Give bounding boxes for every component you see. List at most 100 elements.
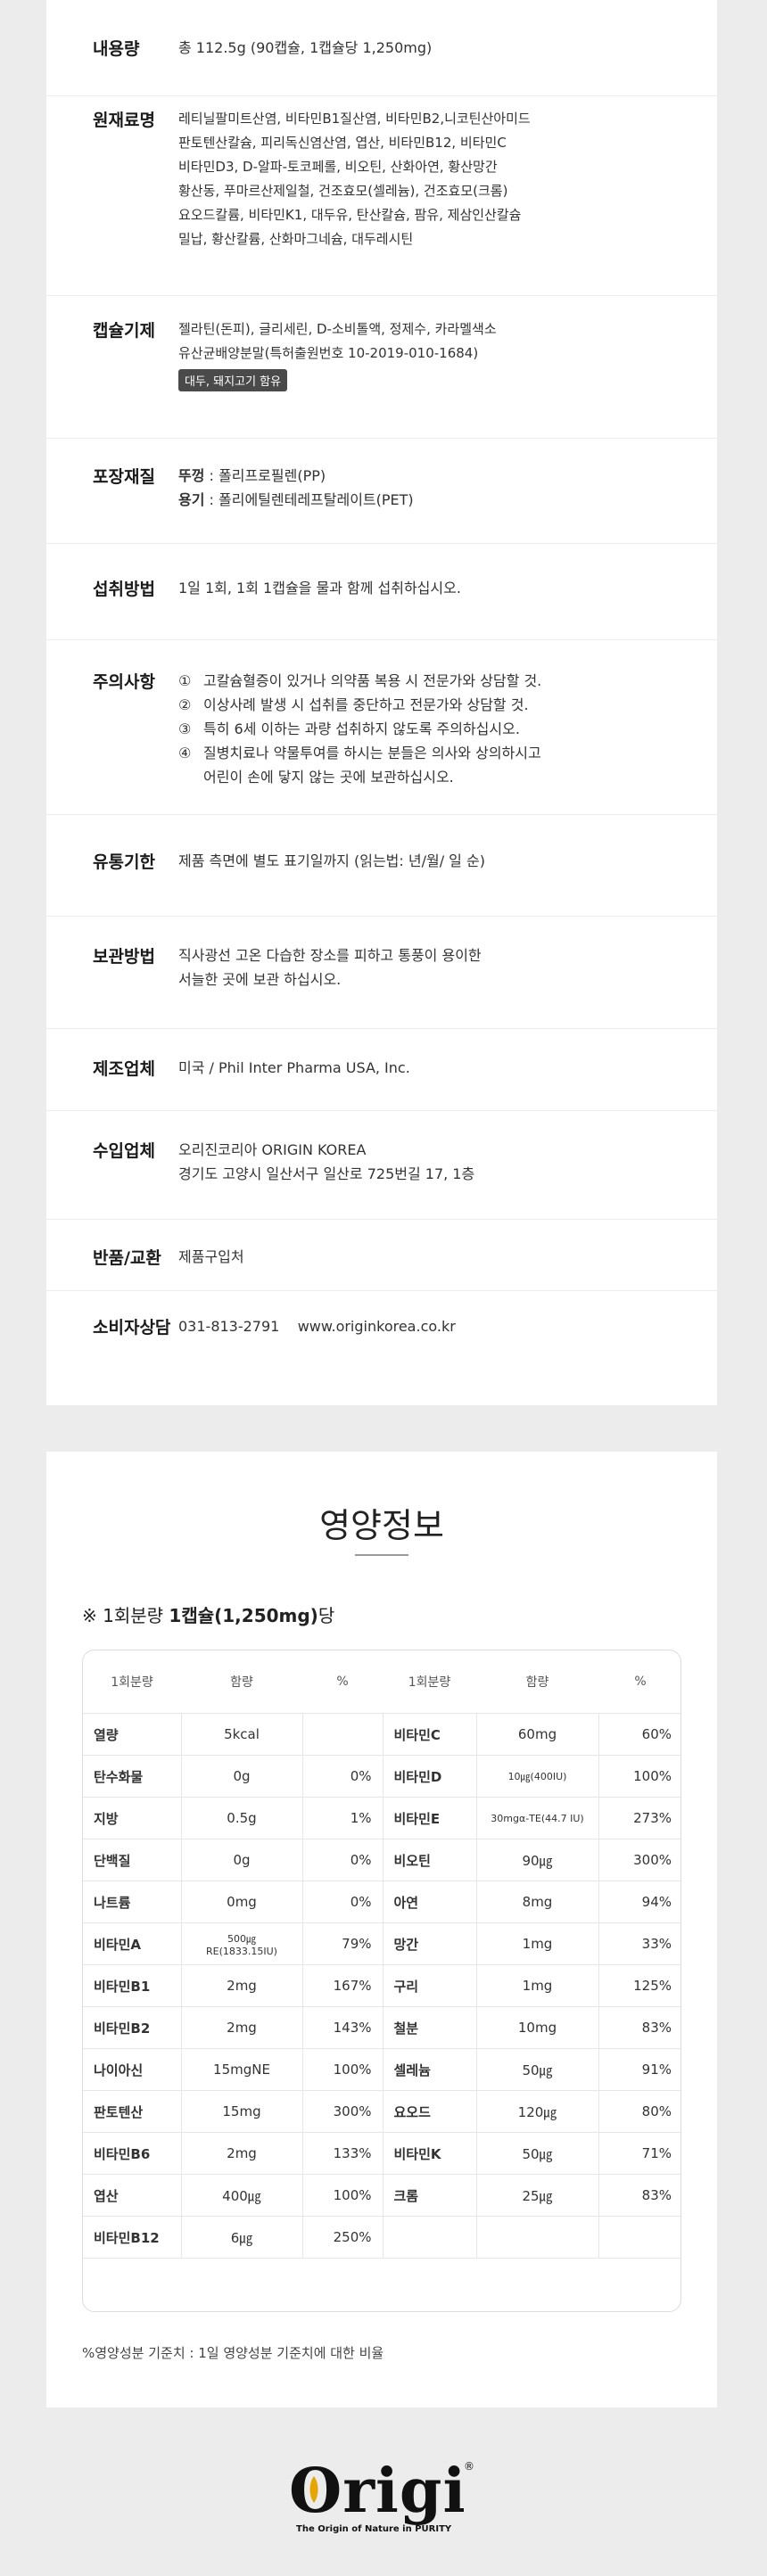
allergen-tag: 대두, 돼지고기 함유: [178, 369, 288, 391]
row-label: 반품/교환: [93, 1248, 161, 1268]
lid-label: 뚜껑: [178, 467, 205, 484]
table-row: 나트륨 0mg 0% 아연 8mg 94%: [83, 1881, 680, 1923]
table-cell: 단백질: [83, 1839, 182, 1881]
table-row: 지방 0.5g 1% 비타민E 30mgα-TE(44.7 IU) 273%: [83, 1797, 680, 1839]
row-label: 유통기한: [93, 852, 155, 872]
column-header: 함량: [230, 1675, 253, 1690]
table-cell: 100%: [301, 2174, 384, 2217]
row-expiry: 유통기한 제품 측면에 별도 표기일까지 (읽는법: 년/월/ 일 순): [46, 815, 717, 917]
column-header: 함량: [525, 1675, 549, 1690]
table-cell: 1mg: [475, 1964, 599, 2007]
row-label: 주의사항: [93, 672, 155, 692]
table-cell: 400㎍: [180, 2174, 303, 2217]
row-label: 수입업체: [93, 1141, 155, 1161]
registered-mark: ®: [464, 2460, 474, 2473]
row-ingredients: 원재료명 레티닐팔미트산염, 비타민B1질산염, 비타민B2,니코틴산아미드 판…: [46, 96, 717, 296]
row-value: 레티닐팔미트산염, 비타민B1질산염, 비타민B2,니코틴산아미드 판토텐산칼슘…: [178, 111, 531, 247]
table-cell: 비타민A: [83, 1922, 182, 1965]
table-cell: 0g: [180, 1755, 303, 1798]
table-row: 비타민B2 2mg 143% 철분 10mg 83%: [83, 2006, 680, 2049]
table-cell: 25㎍: [475, 2174, 599, 2217]
table-row: 단백질 0g 0% 비오틴 90㎍ 300%: [83, 1839, 680, 1881]
table-cell: 15mg: [180, 2090, 303, 2133]
table-cell: 8mg: [475, 1881, 599, 1923]
table-cell: 2mg: [180, 2132, 303, 2175]
row-packaging: 포장재질 뚜껑 : 폴리프로필렌(PP) 용기 : 폴리에틸렌테레프탈레이트(P…: [46, 439, 717, 544]
table-cell: 10㎍(400IU): [475, 1755, 599, 1798]
table-cell: 5kcal: [180, 1713, 303, 1756]
table-cell: 30mgα-TE(44.7 IU): [475, 1797, 599, 1839]
table-cell: 비타민K: [382, 2132, 477, 2175]
table-cell: 판토텐산: [83, 2090, 182, 2133]
row-value: 미국 / Phil Inter Pharma USA, Inc.: [178, 1059, 410, 1076]
table-cell: 셀레늄: [382, 2048, 477, 2091]
nutrition-table: 1회분량 함량% 1회분량 함량% 열량 5kcal 비타민C 60mg 60% 탄수화물 0g 0…: [82, 1650, 681, 2312]
table-cell: 0g: [180, 1839, 303, 1881]
table-cell: [382, 2216, 477, 2259]
row-importer: 수입업체 오리진코리아 ORIGIN KOREA 경기도 고양시 일산서구 일산…: [46, 1111, 717, 1220]
table-cell: 비오틴: [382, 1839, 477, 1881]
table-cell: 나트륨: [83, 1881, 182, 1923]
table-cell: 500㎍RE(1833.15IU): [180, 1922, 303, 1965]
table-row: 열량 5kcal 비타민C 60mg 60%: [83, 1713, 680, 1756]
table-cell: 100%: [598, 1755, 680, 1798]
row-label: 캡슐기제: [93, 321, 155, 341]
row-label: 원재료명: [93, 111, 155, 130]
row-value: 총 112.5g (90캡슐, 1캡슐당 1,250mg): [178, 39, 433, 56]
table-cell: 300%: [301, 2090, 384, 2133]
table-cell: 10mg: [475, 2006, 599, 2049]
table-cell: 0.5g: [180, 1797, 303, 1839]
table-cell: 80%: [598, 2090, 680, 2133]
table-cell: [475, 2216, 599, 2259]
table-cell: 94%: [598, 1881, 680, 1923]
column-header: %: [336, 1675, 349, 1689]
table-cell: 철분: [382, 2006, 477, 2049]
row-value: 뚜껑 : 폴리프로필렌(PP) 용기 : 폴리에틸렌테레프탈레이트(PET): [178, 464, 717, 543]
table-cell: 83%: [598, 2174, 680, 2217]
table-row: 비타민A 500㎍RE(1833.15IU) 79% 망간 1mg 33%: [83, 1922, 680, 1965]
table-cell: 33%: [598, 1922, 680, 1965]
product-info-card: 내용량 총 112.5g (90캡슐, 1캡슐당 1,250mg) 원재료명 레…: [46, 0, 717, 1405]
row-caution: 주의사항 ① 고칼슘혈증이 있거나 의약품 복용 시 전문가와 상담할 것. ②이…: [46, 640, 717, 815]
title-divider: [355, 1554, 408, 1556]
table-cell: 91%: [598, 2048, 680, 2091]
consult-phone[interactable]: 031-813-2791: [178, 1318, 279, 1335]
table-cell: 아연: [382, 1881, 477, 1923]
table-cell: 비타민E: [382, 1797, 477, 1839]
table-cell: 0%: [301, 1839, 384, 1881]
row-value: 오리진코리아 ORIGIN KOREA 경기도 고양시 일산서구 일산로 725…: [178, 1141, 475, 1182]
container-label: 용기: [178, 491, 205, 508]
column-header: 1회분량: [408, 1675, 451, 1690]
caution-item: ④ 질병치료나 약물투여를 하시는 분들은 의사와 상의하시고: [178, 745, 541, 761]
table-row: 판토텐산 15mg 300% 요오드 120㎍ 80%: [83, 2090, 680, 2133]
row-capsule: 캡슐기제 젤라틴(돈피), 글리세린, D-소비톨액, 정제수, 카라멜색소 유…: [46, 296, 717, 439]
table-cell: 크롬: [382, 2174, 477, 2217]
table-cell: 125%: [598, 1964, 680, 2007]
table-cell: 143%: [301, 2006, 384, 2049]
table-cell: 비타민B12: [83, 2216, 182, 2259]
table-row: 비타민B12 6㎍ 250%: [83, 2216, 680, 2259]
origin-logo-icon: Origin: [289, 2456, 511, 2527]
caution-item: ① 고칼슘혈증이 있거나 의약품 복용 시 전문가와 상담할 것.: [178, 672, 542, 689]
table-cell: 2mg: [180, 2006, 303, 2049]
table-cell: [598, 2216, 680, 2259]
consult-website[interactable]: www.originkorea.co.kr: [298, 1318, 456, 1335]
row-value: 1일 1회, 1회 1캡슐을 물과 함께 섭취하십시오.: [178, 580, 461, 597]
container-value: : 폴리에틸렌테레프탈레이트(PET): [204, 491, 414, 508]
column-header: 1회분량: [111, 1675, 153, 1690]
table-cell: 1mg: [475, 1922, 599, 1965]
table-cell: 90㎍: [475, 1839, 599, 1881]
row-value: ① 고칼슘혈증이 있거나 의약품 복용 시 전문가와 상담할 것. ② 이상사례 발…: [178, 669, 717, 814]
daily-value-note: %영양성분 기준치 : 1일 영양성분 기준치에 대한 비율: [82, 2345, 384, 2361]
table-cell: 300%: [598, 1839, 680, 1881]
row-label: 보관방법: [93, 947, 155, 967]
table-cell: 2mg: [180, 1964, 303, 2007]
table-cell: 1%: [301, 1797, 384, 1839]
table-cell: 100%: [301, 2048, 384, 2091]
row-storage: 보관방법 직사광선 고온 다습한 장소를 피하고 통풍이 용이한 서늘한 곳에 …: [46, 917, 717, 1029]
logo-tagline: The Origin of Nature in PURITY: [296, 2524, 452, 2534]
row-intake: 섭취방법 1일 1회, 1회 1캡슐을 물과 함께 섭취하십시오.: [46, 544, 717, 640]
row-label: 소비자상담: [93, 1318, 171, 1337]
table-cell: 탄수화물: [83, 1755, 182, 1798]
table-header-row: 1회분량 함량% 1회분량 함량%: [83, 1650, 680, 1714]
